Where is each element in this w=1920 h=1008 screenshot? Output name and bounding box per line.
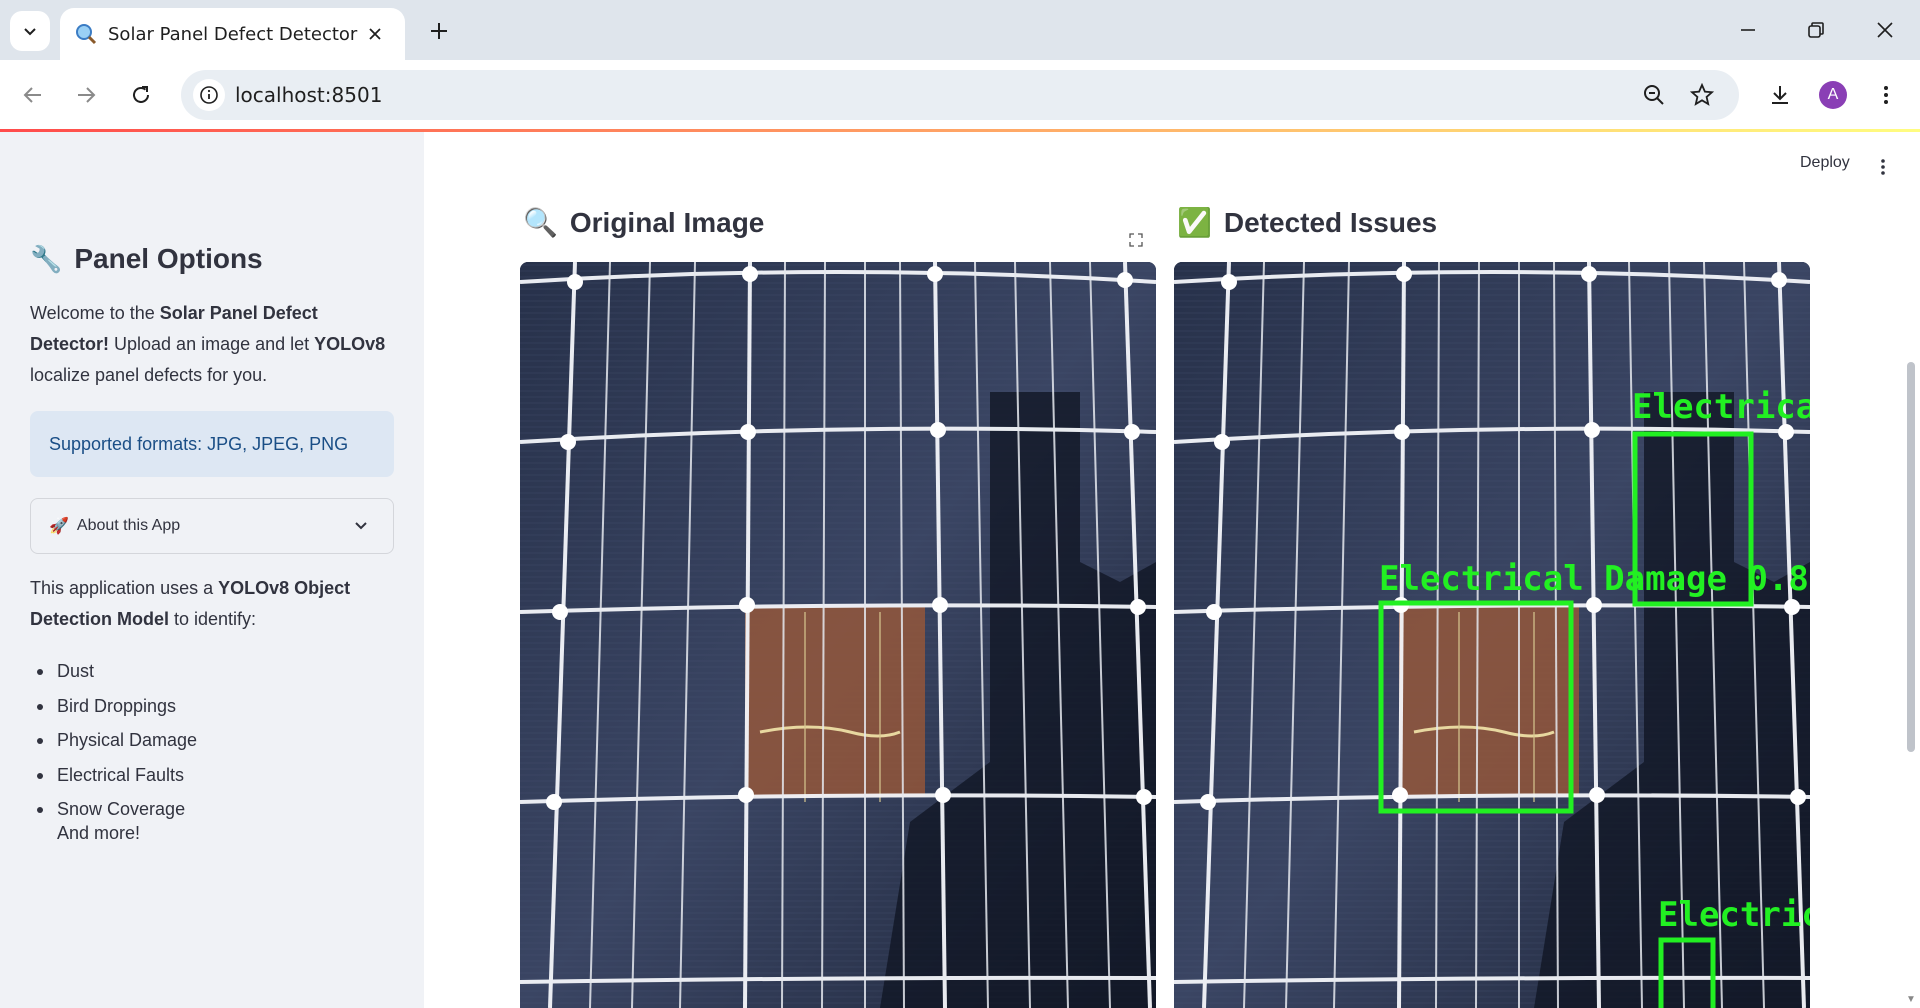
- expander-label: About this App: [76, 517, 181, 534]
- detection-label: Electrical Damage 0.88: [1379, 559, 1810, 599]
- sidebar: 🔧 Panel Options Welcome to the Solar Pan…: [0, 132, 424, 1008]
- check-mark-icon: ✅: [1177, 207, 1212, 238]
- forward-icon[interactable]: [68, 77, 104, 113]
- browser-tab[interactable]: Solar Panel Defect Detector: [60, 8, 405, 60]
- magnifier-favicon: [76, 24, 97, 45]
- formats-info-box: Supported formats: JPG, JPEG, PNG: [30, 411, 394, 477]
- minimize-icon[interactable]: [1723, 10, 1773, 50]
- zoom-icon[interactable]: [1638, 79, 1670, 111]
- detected-image: Electrical D Electrical Damage 0.88 Elec…: [1174, 262, 1810, 1008]
- site-info-icon[interactable]: [193, 79, 225, 111]
- about-expander[interactable]: 🚀 About this App: [30, 498, 394, 554]
- bookmark-star-icon[interactable]: [1686, 79, 1718, 111]
- close-window-icon[interactable]: [1860, 10, 1910, 50]
- original-heading: Original Image: [569, 206, 765, 238]
- fullscreen-button[interactable]: [1120, 224, 1152, 256]
- fullscreen-icon: [1129, 233, 1143, 247]
- welcome-mid: Upload an image and let: [109, 334, 315, 354]
- magnifier-icon: 🔍: [523, 207, 558, 238]
- detection-label: Electrical: [1658, 895, 1810, 935]
- sidebar-title: 🔧 Panel Options: [30, 243, 263, 275]
- desc-pre: This application uses a: [30, 578, 219, 598]
- detected-issues-title: ✅ Detected Issues: [1177, 206, 1437, 239]
- and-more-text: And more!: [57, 823, 141, 843]
- tab-title: Solar Panel Defect Detector: [108, 23, 358, 45]
- download-icon[interactable]: [1762, 77, 1798, 113]
- profile-avatar[interactable]: A: [1815, 77, 1851, 113]
- formats-info-text: Supported formats: JPG, JPEG, PNG: [49, 433, 349, 454]
- desc-post: to identify:: [169, 609, 257, 629]
- tab-list-icon: [24, 28, 36, 36]
- welcome-text: Welcome to the Solar Panel Defect Detect…: [30, 298, 400, 391]
- original-image-title: 🔍 Original Image: [523, 206, 764, 239]
- list-item: Snow Coverage: [30, 792, 400, 827]
- list-item: Bird Droppings: [30, 689, 400, 724]
- url-text[interactable]: localhost:8501: [235, 83, 382, 107]
- rocket-icon: 🚀: [49, 518, 69, 535]
- scrollbar[interactable]: [1907, 362, 1915, 752]
- wrench-icon: 🔧: [30, 243, 63, 274]
- close-tab-icon[interactable]: [363, 22, 387, 46]
- chevron-down-icon: [355, 522, 367, 530]
- welcome-pre: Welcome to the: [30, 303, 160, 323]
- feature-list: Dust Bird Droppings Physical Damage Elec…: [30, 654, 400, 827]
- detected-heading: Detected Issues: [1223, 206, 1438, 238]
- list-item: Physical Damage: [30, 723, 400, 758]
- scroll-down-arrow[interactable]: ▼: [1906, 994, 1916, 1005]
- reload-icon[interactable]: [123, 77, 159, 113]
- address-bar[interactable]: localhost:8501: [181, 70, 1739, 120]
- app-description: This application uses a YOLOv8 Object De…: [30, 573, 400, 635]
- app-menu-icon[interactable]: [1871, 155, 1895, 179]
- back-icon[interactable]: [15, 77, 51, 113]
- list-item: Electrical Faults: [30, 758, 400, 793]
- deploy-button[interactable]: Deploy: [1800, 154, 1850, 172]
- new-tab-icon[interactable]: [422, 14, 456, 48]
- original-image: [520, 262, 1156, 1008]
- sidebar-heading: Panel Options: [74, 243, 263, 274]
- welcome-post: localize panel defects for you.: [30, 365, 268, 385]
- avatar: A: [1819, 81, 1847, 109]
- menu-icon[interactable]: [1868, 77, 1904, 113]
- restore-icon[interactable]: [1791, 10, 1841, 50]
- welcome-model: YOLOv8: [314, 334, 386, 354]
- list-item: Dust: [30, 654, 400, 689]
- tab-list-button[interactable]: [10, 11, 50, 51]
- detection-label: Electrical D: [1632, 387, 1810, 427]
